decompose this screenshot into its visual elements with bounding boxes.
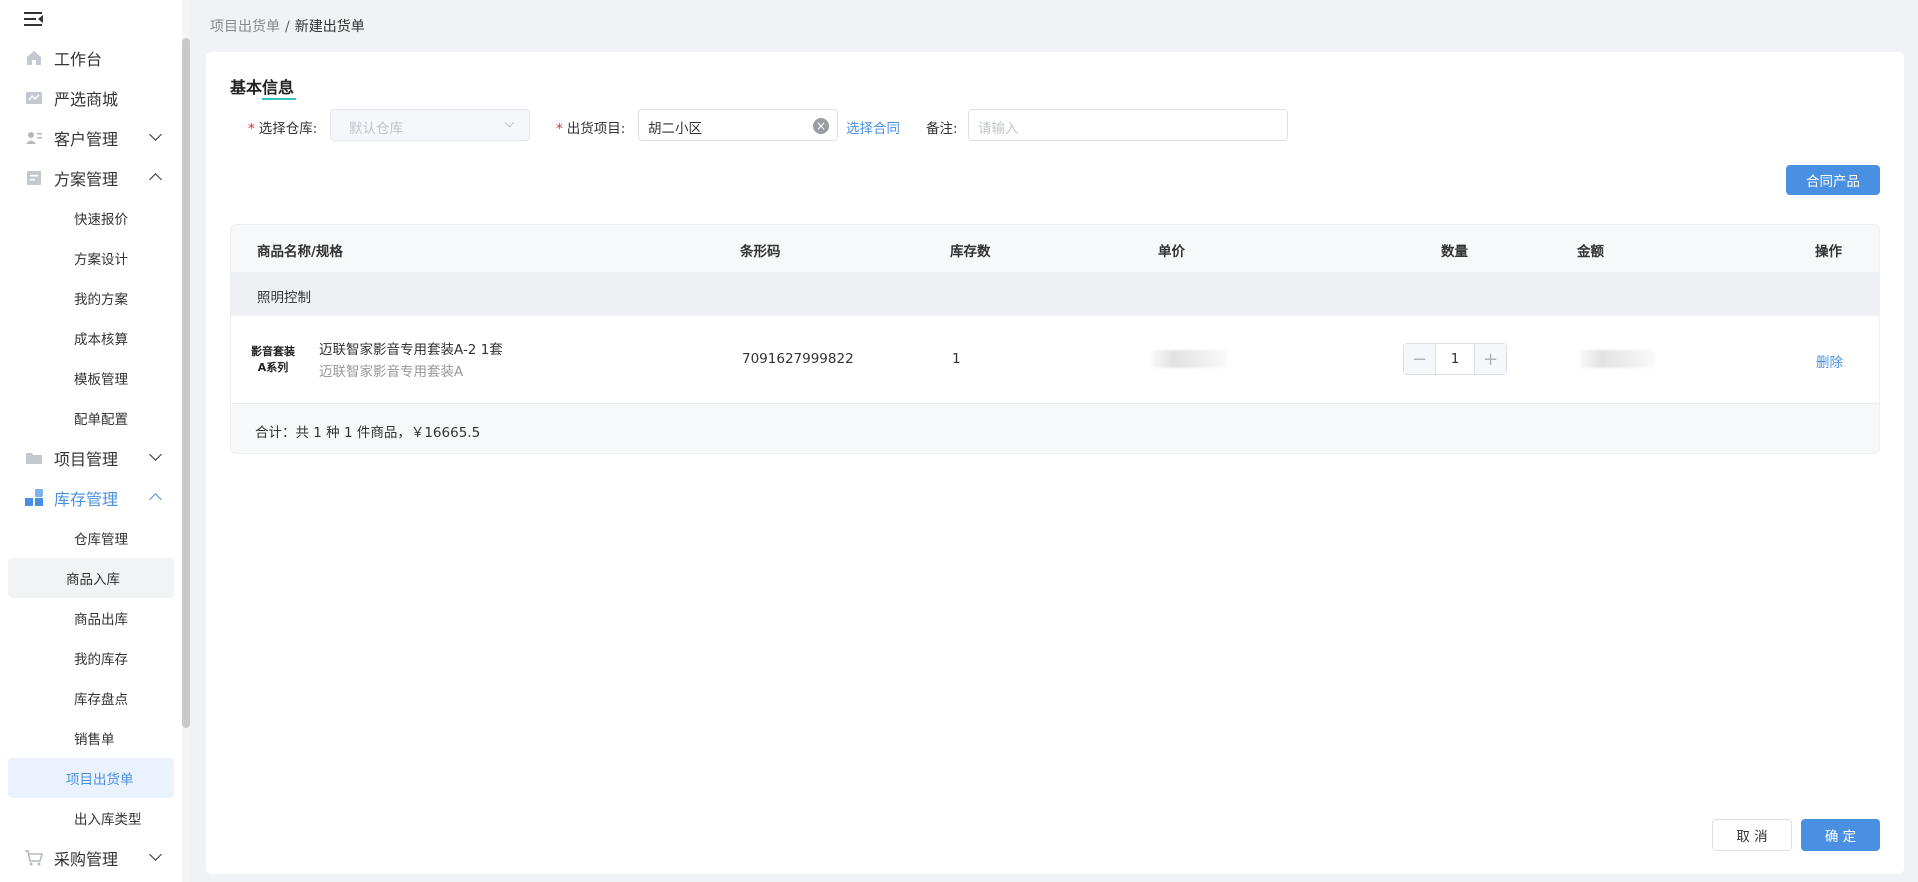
contract-products-button[interactable]: 合同产品 — [1786, 165, 1880, 195]
summary-text: 合计：共 1 种 1 件商品，￥16665.5 — [255, 425, 481, 441]
warehouse-label: * 选择仓库: — [248, 121, 318, 137]
remark-input[interactable]: 请输入 — [968, 109, 1288, 141]
chevron-down-icon — [504, 117, 515, 128]
sidebar-item-mall[interactable]: 严选商城 — [0, 78, 182, 118]
warehouse-select-value: 默认仓库 — [349, 121, 403, 137]
home-icon — [24, 48, 44, 68]
collapse-menu-icon[interactable] — [24, 10, 44, 28]
remark-label: 备注: — [926, 121, 958, 137]
breadcrumb: 项目出货单 / 新建出货单 — [210, 16, 365, 36]
sidebar-item-customers[interactable]: 客户管理 — [0, 118, 182, 158]
inventory-icon — [24, 488, 44, 508]
sidebar-scrollbar[interactable] — [182, 0, 190, 882]
table-group-row: 照明控制 — [231, 273, 1879, 316]
remark-placeholder: 请输入 — [978, 121, 1019, 137]
sidebar-subitem-my-inventory[interactable]: 我的库存 — [8, 638, 174, 678]
amount-redacted — [1579, 350, 1655, 368]
column-header: 数量 — [1441, 244, 1468, 260]
sidebar-subitem-order-config[interactable]: 配单配置 — [8, 398, 174, 438]
cancel-button[interactable]: 取 消 — [1712, 819, 1792, 851]
sidebar-item-label: 严选商城 — [54, 90, 119, 109]
products-table: 商品名称/规格 条形码 库存数 单价 数量 金额 操作 照明控制 影音套装 A系… — [230, 224, 1880, 454]
sidebar-item-label: 方案管理 — [54, 170, 119, 189]
sidebar: 工作台 严选商城 客户管理 方案管理 快速报价 方案设计 我的方案 成本核算 模… — [0, 0, 182, 882]
project-label: * 出货项目: — [556, 121, 626, 137]
project-input[interactable]: 胡二小区 × — [638, 109, 838, 141]
group-label: 照明控制 — [257, 290, 311, 306]
project-input-value: 胡二小区 — [648, 121, 702, 137]
document-icon — [24, 168, 44, 188]
column-header: 条形码 — [740, 244, 781, 260]
delete-link[interactable]: 删除 — [1816, 351, 1843, 371]
sidebar-item-projects[interactable]: 项目管理 — [0, 438, 182, 478]
product-spec: 迈联智家影音专用套装A — [319, 364, 464, 380]
scrollbar-thumb[interactable] — [182, 38, 190, 728]
increase-button[interactable]: + — [1474, 344, 1506, 374]
column-header: 库存数 — [950, 244, 991, 260]
column-header: 操作 — [1815, 244, 1842, 260]
sidebar-subitem-stock-out[interactable]: 商品出库 — [8, 598, 174, 638]
table-row: 影音套装 A系列 迈联智家影音专用套装A-2 1套 迈联智家影音专用套装A 70… — [231, 316, 1879, 404]
sidebar-subitem-templates[interactable]: 模板管理 — [8, 358, 174, 398]
sidebar-item-purchasing[interactable]: 采购管理 — [0, 838, 182, 878]
main-card: 基本信息 * 选择仓库: 默认仓库 * 出货项目: 胡二小区 × 选择合同 备注: … — [206, 52, 1904, 874]
sidebar-subitem-quick-quote[interactable]: 快速报价 — [8, 198, 174, 238]
sidebar-subitem-project-shipment[interactable]: 项目出货单 — [8, 758, 174, 798]
sidebar-subitem-warehouse[interactable]: 仓库管理 — [8, 518, 174, 558]
column-header: 单价 — [1158, 244, 1185, 260]
sidebar-subitem-stocktake[interactable]: 库存盘点 — [8, 678, 174, 718]
sidebar-item-workbench[interactable]: 工作台 — [0, 38, 182, 78]
basic-info-form: * 选择仓库: 默认仓库 * 出货项目: 胡二小区 × 选择合同 备注: 请输入 — [206, 109, 1904, 141]
chevron-down-icon — [149, 128, 162, 141]
sidebar-subitem-cost-accounting[interactable]: 成本核算 — [8, 318, 174, 358]
chevron-down-icon — [149, 448, 162, 461]
decrease-button[interactable]: − — [1404, 344, 1436, 374]
chevron-down-icon — [149, 848, 162, 861]
quantity-stepper[interactable]: − 1 + — [1403, 343, 1507, 375]
sidebar-item-label: 采购管理 — [54, 850, 119, 869]
sidebar-subitem-stock-in[interactable]: 商品入库 — [8, 558, 174, 598]
column-header: 商品名称/规格 — [257, 244, 343, 260]
sidebar-item-label: 库存管理 — [54, 490, 119, 509]
sidebar-item-inventory[interactable]: 库存管理 — [0, 478, 182, 518]
product-thumbnail: 影音套装 A系列 — [251, 345, 295, 374]
folder-icon — [24, 448, 44, 468]
sidebar-subitem-scheme-design[interactable]: 方案设计 — [8, 238, 174, 278]
sidebar-subitem-sales-order[interactable]: 销售单 — [8, 718, 174, 758]
breadcrumb-separator: / — [285, 19, 290, 35]
sidebar-item-label: 客户管理 — [54, 130, 119, 149]
table-header: 商品名称/规格 条形码 库存数 单价 数量 金额 操作 — [231, 225, 1879, 273]
quantity-value[interactable]: 1 — [1436, 344, 1474, 374]
cart-icon — [24, 848, 44, 868]
clear-icon[interactable]: × — [813, 118, 829, 134]
confirm-button[interactable]: 确 定 — [1801, 819, 1880, 851]
unit-price-redacted — [1151, 350, 1227, 368]
select-contract-link[interactable]: 选择合同 — [846, 117, 900, 137]
product-stock: 1 — [952, 351, 961, 367]
warehouse-select[interactable]: 默认仓库 — [330, 109, 530, 141]
sidebar-item-schemes[interactable]: 方案管理 — [0, 158, 182, 198]
product-barcode: 7091627999822 — [742, 351, 854, 367]
breadcrumb-current: 新建出货单 — [294, 19, 365, 35]
sidebar-subitem-io-types[interactable]: 出入库类型 — [8, 798, 174, 838]
sidebar-item-label: 工作台 — [54, 50, 103, 69]
chevron-up-icon — [149, 173, 162, 186]
chevron-up-icon — [149, 493, 162, 506]
user-card-icon — [24, 128, 44, 148]
sidebar-subitem-my-schemes[interactable]: 我的方案 — [8, 278, 174, 318]
store-icon — [24, 88, 44, 108]
sidebar-nav: 工作台 严选商城 客户管理 方案管理 快速报价 方案设计 我的方案 成本核算 模… — [0, 38, 182, 878]
column-header: 金额 — [1577, 244, 1604, 260]
table-summary: 合计：共 1 种 1 件商品，￥16665.5 — [231, 404, 1879, 453]
breadcrumb-parent[interactable]: 项目出货单 — [210, 19, 280, 35]
sidebar-item-label: 项目管理 — [54, 450, 119, 469]
title-underline — [262, 98, 296, 100]
section-title: 基本信息 — [230, 74, 296, 100]
product-name: 迈联智家影音专用套装A-2 1套 — [319, 342, 503, 358]
